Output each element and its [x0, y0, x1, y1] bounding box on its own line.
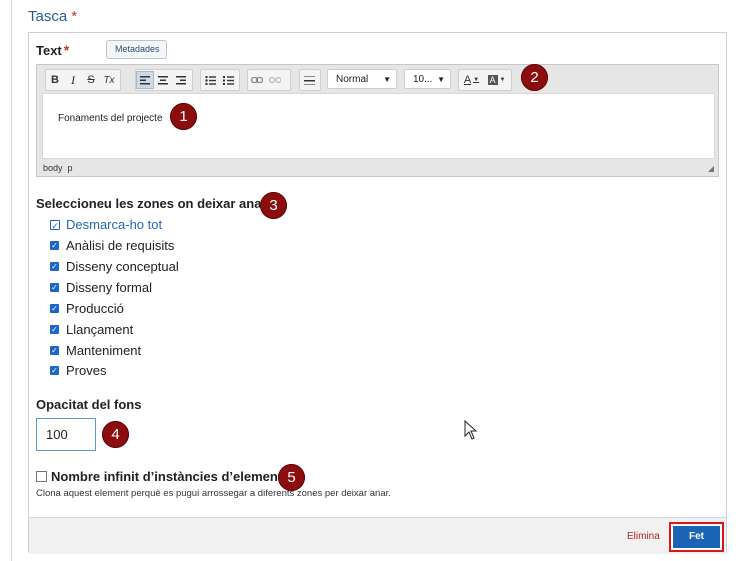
- path-p[interactable]: p: [68, 163, 73, 173]
- zone-item-label: Producció: [66, 300, 124, 316]
- deselect-all-link[interactable]: ✓ Desmarca-ho tot: [50, 217, 162, 232]
- zones-label: Seleccioneu les zones on deixar anar: [36, 196, 267, 211]
- zone-item[interactable]: ✓ Proves: [50, 361, 106, 379]
- zone-item[interactable]: ✓ Producció: [50, 299, 124, 317]
- checkbox-checked[interactable]: ✓: [50, 282, 59, 292]
- chevron-down-icon: ▼: [383, 75, 391, 84]
- left-divider: [11, 0, 12, 561]
- zone-item-label: Disseny conceptual: [66, 258, 179, 274]
- numbered-list-icon[interactable]: [219, 71, 237, 89]
- checkbox-checked[interactable]: ✓: [50, 365, 59, 375]
- section-title-text: Tasca: [28, 8, 68, 25]
- align-group: [135, 69, 193, 91]
- basic-styles-group: B I S Tx: [45, 69, 121, 91]
- section-title: Tasca *: [28, 8, 77, 25]
- zone-item[interactable]: ✓ Llançament: [50, 320, 133, 338]
- hr-group: [299, 69, 321, 91]
- zone-item[interactable]: ✓ Manteniment: [50, 341, 141, 359]
- bold-button[interactable]: B: [46, 71, 64, 89]
- infinite-instances-option[interactable]: Nombre infinit d’instàncies d’elements: [36, 469, 289, 484]
- deselect-all-text: Desmarca-ho tot: [66, 217, 163, 232]
- callout-badge: 4: [102, 421, 129, 448]
- list-group: [200, 69, 240, 91]
- check-square-icon: ✓: [50, 219, 60, 231]
- zone-item-label: Disseny formal: [66, 279, 152, 295]
- callout-badge: 2: [521, 64, 548, 91]
- zone-item-label: Llançament: [66, 321, 134, 337]
- chevron-down-icon: ▼: [473, 77, 480, 83]
- checkbox-checked[interactable]: ✓: [50, 240, 59, 250]
- opacity-label: Opacitat del fons: [36, 397, 142, 412]
- editor-toolbar: B I S Tx Normal ▼ 10... ▼ A ▼ A ▼: [37, 65, 718, 93]
- infinite-help-text: Clona aquest element perquè es pugui arr…: [36, 488, 391, 499]
- opacity-input[interactable]: 100: [36, 418, 96, 451]
- panel-footer: Elimina Fet: [29, 517, 726, 554]
- checkbox-checked[interactable]: ✓: [50, 303, 59, 313]
- bg-color-button[interactable]: A ▼: [484, 71, 509, 89]
- zone-item[interactable]: ✓ Disseny conceptual: [50, 257, 179, 275]
- strike-button[interactable]: S: [82, 71, 100, 89]
- format-select[interactable]: Normal ▼: [327, 69, 397, 89]
- callout-badge: 5: [278, 464, 305, 491]
- resize-handle-icon[interactable]: ◢: [708, 164, 714, 173]
- text-field-label: Text *: [36, 42, 69, 58]
- zone-item[interactable]: ✓ Anàlisi de requisits: [50, 236, 174, 254]
- size-select-value: 10...: [413, 74, 433, 85]
- chevron-down-icon: ▼: [437, 75, 445, 84]
- mouse-cursor-icon: [464, 419, 478, 445]
- link-group: [247, 69, 291, 91]
- zone-item-label: Proves: [66, 362, 107, 378]
- infinite-checkbox[interactable]: [36, 471, 47, 482]
- unlink-icon[interactable]: [266, 71, 284, 89]
- infinite-label: Nombre infinit d’instàncies d’elements: [51, 469, 290, 484]
- checkbox-checked[interactable]: ✓: [50, 345, 59, 355]
- align-left-icon[interactable]: [136, 71, 154, 89]
- rich-text-editor: B I S Tx Normal ▼ 10... ▼ A ▼ A ▼ Foname…: [36, 64, 719, 177]
- zone-item-label: Anàlisi de requisits: [66, 237, 175, 253]
- italic-button[interactable]: I: [64, 71, 82, 89]
- task-panel: Text * Metadades B I S Tx Normal ▼ 10...…: [28, 32, 727, 554]
- delete-link[interactable]: Elimina: [627, 531, 660, 542]
- editor-text: Fonaments del projecte: [58, 113, 163, 124]
- callout-badge: 3: [260, 192, 287, 219]
- required-marker: *: [71, 8, 78, 25]
- text-color-button[interactable]: A ▼: [459, 71, 484, 89]
- color-group: A ▼ A ▼: [458, 69, 512, 91]
- align-center-icon[interactable]: [154, 71, 172, 89]
- path-body[interactable]: body: [43, 163, 63, 173]
- metadata-tag[interactable]: Metadades: [106, 40, 167, 59]
- horizontal-rule-icon[interactable]: [300, 71, 318, 89]
- clear-format-button[interactable]: Tx: [100, 71, 118, 89]
- bg-color-label: A: [487, 75, 498, 85]
- checkbox-checked[interactable]: ✓: [50, 324, 59, 334]
- text-required-marker: *: [63, 42, 70, 58]
- text-color-label: A: [463, 74, 472, 86]
- zone-item-label: Manteniment: [66, 342, 142, 358]
- size-select[interactable]: 10... ▼: [404, 69, 451, 89]
- text-field-label-text: Text: [36, 43, 62, 58]
- callout-badge: 1: [170, 103, 197, 130]
- format-select-value: Normal: [336, 74, 369, 85]
- checkbox-checked[interactable]: ✓: [50, 261, 59, 271]
- element-path: body p: [43, 163, 73, 173]
- done-button[interactable]: Fet: [669, 522, 724, 552]
- editor-content[interactable]: Fonaments del projecte: [42, 93, 715, 159]
- bulleted-list-icon[interactable]: [201, 71, 219, 89]
- done-button-label: Fet: [673, 526, 720, 548]
- zone-item[interactable]: ✓ Disseny formal: [50, 278, 152, 296]
- align-right-icon[interactable]: [172, 71, 190, 89]
- link-icon[interactable]: [248, 71, 266, 89]
- chevron-down-icon: ▼: [499, 77, 506, 83]
